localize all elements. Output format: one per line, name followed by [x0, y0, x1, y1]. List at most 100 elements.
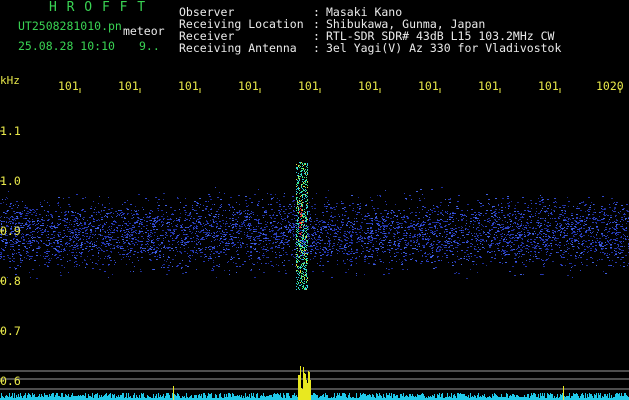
- noise-pixel: [162, 230, 164, 231]
- noise-pixel: [373, 233, 374, 234]
- noise-pixel: [218, 256, 220, 257]
- noise-pixel: [439, 223, 441, 224]
- noise-pixel: [246, 216, 248, 217]
- noise-pixel: [364, 232, 365, 233]
- noise-pixel: [101, 245, 102, 246]
- noise-pixel: [311, 206, 313, 207]
- noise-pixel: [175, 229, 177, 230]
- noise-pixel: [448, 199, 450, 200]
- noise-pixel: [279, 206, 281, 207]
- noise-pixel: [465, 225, 466, 226]
- noise-pixel: [506, 242, 508, 243]
- noise-pixel: [86, 229, 88, 230]
- noise-pixel: [81, 246, 82, 247]
- noise-pixel: [512, 238, 513, 239]
- noise-pixel: [74, 215, 75, 216]
- noise-pixel: [275, 194, 276, 195]
- noise-pixel: [442, 214, 443, 215]
- noise-pixel: [361, 227, 362, 228]
- noise-pixel: [533, 256, 534, 257]
- noise-pixel: [196, 227, 197, 228]
- noise-pixel: [127, 200, 128, 201]
- noise-pixel: [69, 250, 70, 251]
- noise-pixel: [546, 211, 548, 212]
- noise-pixel: [370, 197, 371, 198]
- noise-pixel: [86, 246, 88, 247]
- noise-pixel: [194, 247, 195, 248]
- noise-pixel: [339, 229, 341, 230]
- noise-pixel: [313, 235, 314, 236]
- noise-pixel: [462, 227, 463, 228]
- noise-pixel: [396, 261, 397, 262]
- noise-pixel: [154, 235, 155, 236]
- noise-pixel: [447, 243, 448, 244]
- noise-pixel: [366, 250, 368, 251]
- noise-pixel: [46, 215, 47, 216]
- noise-pixel: [249, 226, 250, 227]
- noise-pixel: [624, 216, 625, 217]
- noise-pixel: [612, 242, 613, 243]
- noise-pixel: [415, 245, 416, 246]
- noise-pixel: [406, 199, 407, 200]
- noise-pixel: [229, 239, 231, 240]
- noise-pixel: [34, 223, 35, 224]
- noise-pixel: [550, 213, 552, 214]
- noise-pixel: [331, 215, 332, 216]
- noise-pixel: [31, 214, 33, 215]
- noise-pixel: [567, 197, 568, 198]
- noise-pixel: [159, 251, 161, 252]
- noise-pixel: [142, 252, 143, 253]
- noise-pixel: [275, 221, 276, 222]
- noise-pixel: [436, 235, 437, 236]
- noise-pixel: [534, 231, 535, 232]
- noise-pixel: [114, 247, 115, 248]
- noise-pixel: [187, 234, 188, 235]
- noise-pixel: [429, 219, 431, 220]
- noise-pixel: [570, 226, 572, 227]
- noise-pixel: [9, 219, 10, 220]
- noise-pixel: [427, 242, 429, 243]
- noise-pixel: [357, 229, 359, 230]
- noise-pixel: [143, 226, 145, 227]
- noise-pixel: [510, 245, 511, 246]
- noise-pixel: [266, 226, 268, 227]
- noise-pixel: [445, 225, 446, 226]
- noise-pixel: [85, 197, 86, 198]
- noise-pixel: [171, 232, 173, 233]
- noise-pixel: [616, 202, 618, 203]
- noise-pixel: [498, 205, 499, 206]
- noise-pixel: [29, 247, 30, 248]
- noise-pixel: [202, 230, 204, 231]
- noise-pixel: [412, 225, 413, 226]
- noise-pixel: [609, 223, 610, 224]
- noise-pixel: [95, 234, 96, 235]
- noise-pixel: [489, 204, 490, 205]
- noise-pixel: [113, 230, 115, 231]
- noise-pixel: [34, 237, 36, 238]
- noise-pixel: [618, 245, 619, 246]
- noise-pixel: [498, 212, 500, 213]
- noise-pixel: [361, 241, 363, 242]
- noise-pixel: [101, 250, 103, 251]
- noise-pixel: [15, 204, 16, 205]
- noise-pixel: [56, 250, 58, 251]
- noise-pixel: [213, 220, 214, 221]
- noise-pixel: [596, 234, 597, 235]
- noise-pixel: [560, 235, 561, 236]
- noise-pixel: [76, 239, 77, 240]
- noise-pixel: [178, 244, 179, 245]
- noise-pixel: [422, 236, 424, 237]
- noise-pixel: [207, 235, 209, 236]
- noise-pixel: [220, 238, 222, 239]
- noise-pixel: [456, 232, 457, 233]
- noise-pixel: [89, 236, 91, 237]
- noise-pixel: [21, 227, 23, 228]
- noise-pixel: [134, 244, 135, 245]
- noise-pixel: [160, 244, 161, 245]
- noise-pixel: [167, 267, 169, 268]
- noise-pixel: [530, 239, 532, 240]
- noise-pixel: [80, 247, 82, 248]
- noise-pixel: [330, 216, 332, 217]
- noise-pixel: [13, 249, 14, 250]
- noise-pixel: [8, 257, 9, 258]
